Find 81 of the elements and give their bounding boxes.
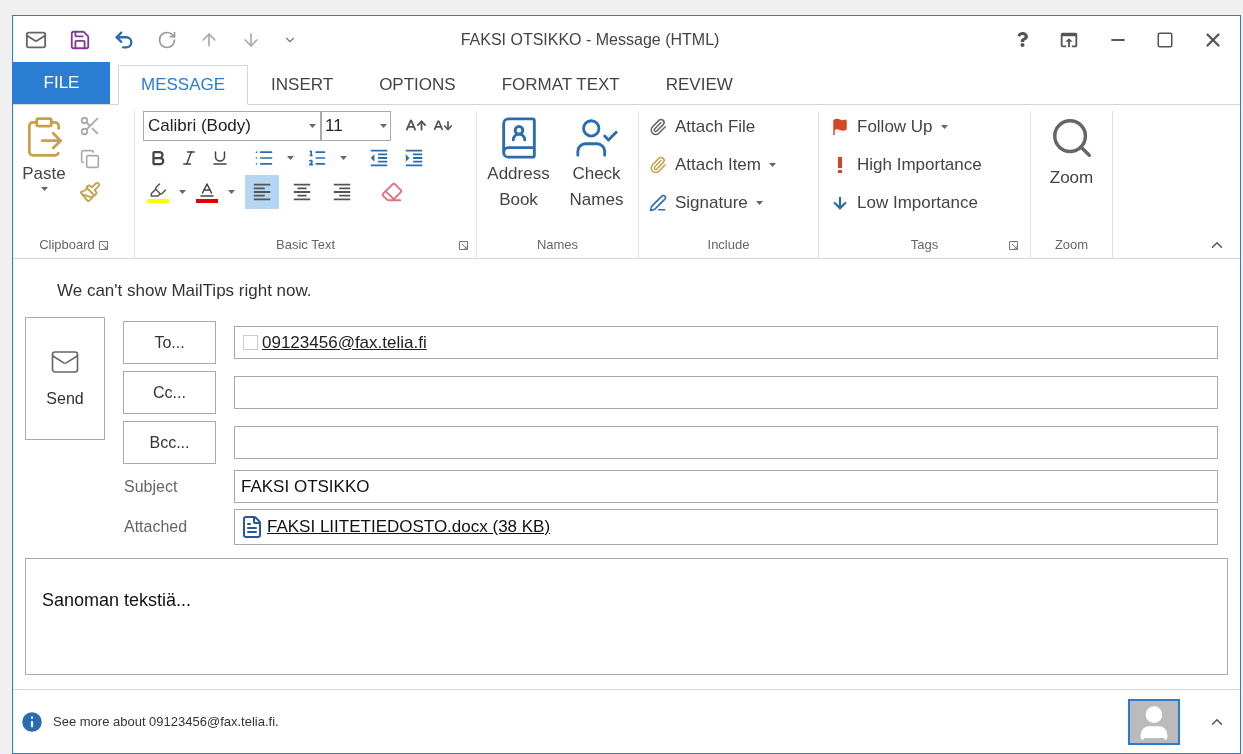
pen-icon	[649, 194, 667, 212]
italic-icon[interactable]	[180, 149, 198, 167]
caret-icon	[179, 190, 186, 194]
caret-icon	[287, 156, 294, 160]
redo-icon[interactable]	[157, 29, 177, 50]
maximize-icon[interactable]	[1156, 30, 1174, 49]
font-color-icon[interactable]	[196, 181, 218, 203]
align-icon	[291, 181, 313, 203]
ribbon-tab[interactable]: MESSAGE	[118, 65, 249, 105]
highlighter-icon[interactable]	[147, 181, 169, 203]
word-document-icon	[240, 515, 264, 539]
eraser-icon[interactable]	[381, 181, 403, 203]
recipient-field[interactable]	[234, 376, 1218, 409]
tag-button[interactable]: Follow Up	[831, 113, 1018, 141]
address-book-button[interactable]: Address Book	[482, 115, 555, 232]
paste-button[interactable]: Paste	[21, 111, 67, 232]
group-label: Zoom	[1054, 236, 1089, 255]
check-names-button[interactable]: Check Names	[560, 115, 633, 232]
attached-label: Attached	[123, 517, 189, 537]
ribbon-tab[interactable]: INSERT	[248, 65, 357, 105]
increase-indent-icon[interactable]	[403, 147, 425, 169]
caret-icon	[228, 190, 235, 194]
window-title: FAKSI OTSIKKO - Message (HTML)	[460, 29, 720, 50]
caret-icon	[769, 163, 776, 167]
recipient-field[interactable]: 09123456@fax.telia.fi	[234, 326, 1218, 359]
dialog-launcher-icon[interactable]	[459, 240, 468, 250]
flag-icon	[831, 118, 849, 136]
message-text: Sanoman tekstiä...	[42, 590, 192, 610]
people-pane-message: See more about 09123456@fax.telia.fi.	[53, 712, 280, 731]
group-label: Basic Text	[276, 236, 335, 255]
caret-icon	[40, 186, 48, 191]
down-arrow-icon	[831, 194, 849, 212]
paperclip-icon	[649, 118, 667, 136]
caret-icon	[380, 124, 387, 128]
exclamation-icon	[837, 156, 843, 174]
dialog-launcher-icon[interactable]	[1009, 240, 1018, 250]
subject-field[interactable]: FAKSI OTSIKKO	[234, 470, 1218, 503]
include-button[interactable]: Signature	[649, 189, 808, 217]
recipient-field[interactable]	[234, 426, 1218, 459]
caret-icon	[755, 201, 763, 205]
undo-icon[interactable]	[113, 28, 135, 51]
help-icon[interactable]	[1015, 32, 1030, 47]
align-icon	[251, 181, 273, 203]
decrease-indent-icon[interactable]	[368, 147, 390, 169]
ribbon-tab[interactable]: FORMAT TEXT	[478, 65, 643, 105]
recipient-link[interactable]: 09123456@fax.telia.fi	[262, 329, 427, 356]
numbering-icon[interactable]	[307, 148, 327, 168]
save-icon[interactable]	[69, 28, 91, 51]
include-button[interactable]: Attach File	[649, 113, 808, 141]
align-icon	[331, 181, 353, 203]
recipient-button[interactable]: Bcc...	[123, 421, 216, 464]
subject-label: Subject	[123, 476, 179, 497]
bold-icon[interactable]	[149, 149, 167, 167]
include-button[interactable]: Attach Item	[649, 151, 808, 179]
underline-icon[interactable]	[211, 149, 229, 167]
dialog-launcher-icon[interactable]	[98, 240, 108, 250]
font-size-dropdown[interactable]: 11	[321, 111, 391, 141]
mailtips-message: We can't show MailTips right now.	[57, 280, 312, 303]
ribbon-tab[interactable]: OPTIONS	[356, 65, 479, 105]
tag-button[interactable]: Low Importance	[831, 189, 1018, 217]
bullets-icon[interactable]	[254, 148, 274, 168]
caret-icon	[309, 124, 316, 128]
message-body[interactable]: Sanoman tekstiä...	[25, 558, 1228, 675]
file-tab[interactable]: FILE	[13, 62, 110, 104]
group-label: Include	[707, 236, 750, 255]
zoom-button[interactable]: Zoom	[1048, 115, 1095, 232]
caret-icon	[940, 125, 948, 129]
tag-button[interactable]: High Importance	[831, 151, 1018, 179]
send-button[interactable]: Send	[25, 317, 105, 440]
recipient-button[interactable]: Cc...	[123, 371, 216, 414]
paperclip-icon	[649, 156, 667, 174]
ribbon-tab[interactable]: REVIEW	[642, 65, 756, 105]
avatar-icon[interactable]	[1128, 698, 1180, 745]
group-label: Names	[536, 236, 579, 255]
group-label: Tags	[910, 236, 939, 255]
align-button[interactable]	[245, 175, 279, 209]
recipient-button[interactable]: To...	[123, 321, 216, 364]
group-label: Clipboard	[39, 236, 95, 255]
font-name-dropdown[interactable]: Calibri (Body)	[143, 111, 321, 141]
caret-icon	[340, 156, 347, 160]
checkbox-icon	[243, 335, 258, 350]
